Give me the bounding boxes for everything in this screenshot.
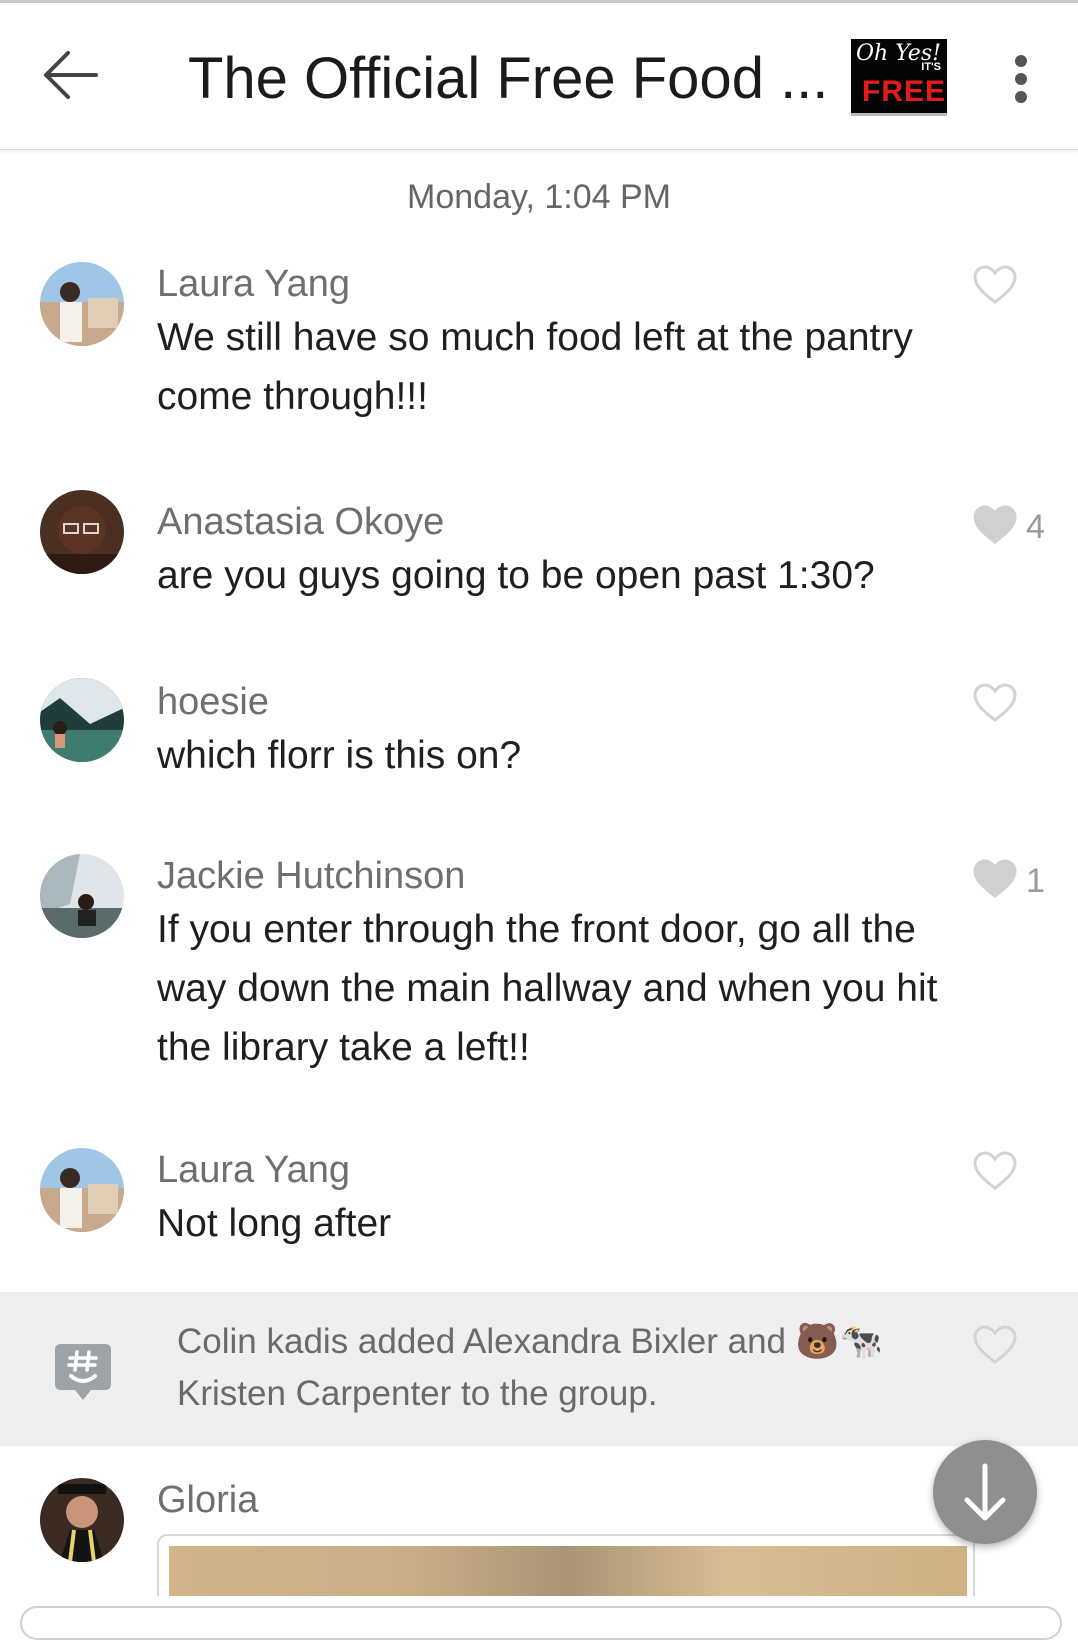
- heart-icon: [973, 1151, 1017, 1190]
- heart-icon: [973, 265, 1017, 304]
- like-button[interactable]: [972, 264, 1018, 306]
- arrow-left-icon: [44, 51, 98, 99]
- avatar[interactable]: [40, 1478, 124, 1562]
- chat-header: The Official Free Food ... Oh Yes! IT'S …: [0, 3, 1078, 150]
- more-vertical-icon: [1015, 55, 1027, 67]
- message-author[interactable]: Anastasia Okoye: [157, 500, 444, 544]
- message-item: hoesie which florr is this on?: [0, 678, 1078, 788]
- like-count: 4: [1026, 508, 1045, 546]
- heart-icon: [973, 505, 1017, 544]
- logo-free-text: FREE: [862, 75, 947, 108]
- system-message-text: Colin kadis added Alexandra Bixler and 🐻…: [177, 1322, 883, 1413]
- back-button[interactable]: [38, 43, 102, 107]
- heart-icon: [973, 683, 1017, 722]
- attachment-photo: [169, 1546, 967, 1596]
- message-text: We still have so much food left at the p…: [157, 316, 913, 418]
- more-options-button[interactable]: [1006, 49, 1036, 109]
- group-title[interactable]: The Official Free Food ...: [188, 39, 828, 119]
- message-author[interactable]: Gloria: [157, 1478, 258, 1522]
- like-button[interactable]: [972, 1324, 1018, 1366]
- groupme-hashtag-icon: [53, 1340, 113, 1406]
- logo-its-text: IT'S: [921, 61, 941, 73]
- message-item: Laura Yang Not long after: [0, 1148, 1078, 1258]
- heart-icon: [973, 859, 1017, 898]
- group-avatar-logo[interactable]: Oh Yes! IT'S FREE: [851, 39, 947, 116]
- avatar[interactable]: [40, 490, 124, 574]
- date-separator: Monday, 1:04 PM: [407, 178, 671, 216]
- avatar[interactable]: [40, 854, 124, 938]
- avatar[interactable]: [40, 262, 124, 346]
- avatar[interactable]: [40, 678, 124, 762]
- like-button[interactable]: [972, 682, 1018, 724]
- message-author[interactable]: hoesie: [157, 680, 269, 724]
- message-text: are you guys going to be open past 1:30?: [157, 554, 875, 597]
- message-item: Laura Yang We still have so much food le…: [0, 262, 1078, 432]
- system-message: Colin kadis added Alexandra Bixler and 🐻…: [0, 1292, 1078, 1446]
- like-button[interactable]: [972, 504, 1018, 546]
- message-text: If you enter through the front door, go …: [157, 908, 938, 1069]
- message-text: Not long after: [157, 1202, 392, 1245]
- arrow-down-icon: [964, 1463, 1006, 1521]
- image-attachment[interactable]: [157, 1534, 975, 1596]
- message-text: which florr is this on?: [157, 734, 522, 777]
- message-author[interactable]: Laura Yang: [157, 1148, 350, 1192]
- like-button[interactable]: [972, 1150, 1018, 1192]
- avatar[interactable]: [40, 1148, 124, 1232]
- scroll-to-bottom-button[interactable]: [933, 1440, 1037, 1544]
- message-item: Jackie Hutchinson If you enter through t…: [0, 854, 1078, 1084]
- like-button[interactable]: [972, 858, 1018, 900]
- like-count: 1: [1026, 862, 1045, 900]
- message-composer[interactable]: [20, 1606, 1062, 1640]
- message-author[interactable]: Laura Yang: [157, 262, 350, 306]
- message-author[interactable]: Jackie Hutchinson: [157, 854, 465, 898]
- heart-icon: [973, 1325, 1017, 1364]
- message-item: Anastasia Okoye are you guys going to be…: [0, 490, 1078, 600]
